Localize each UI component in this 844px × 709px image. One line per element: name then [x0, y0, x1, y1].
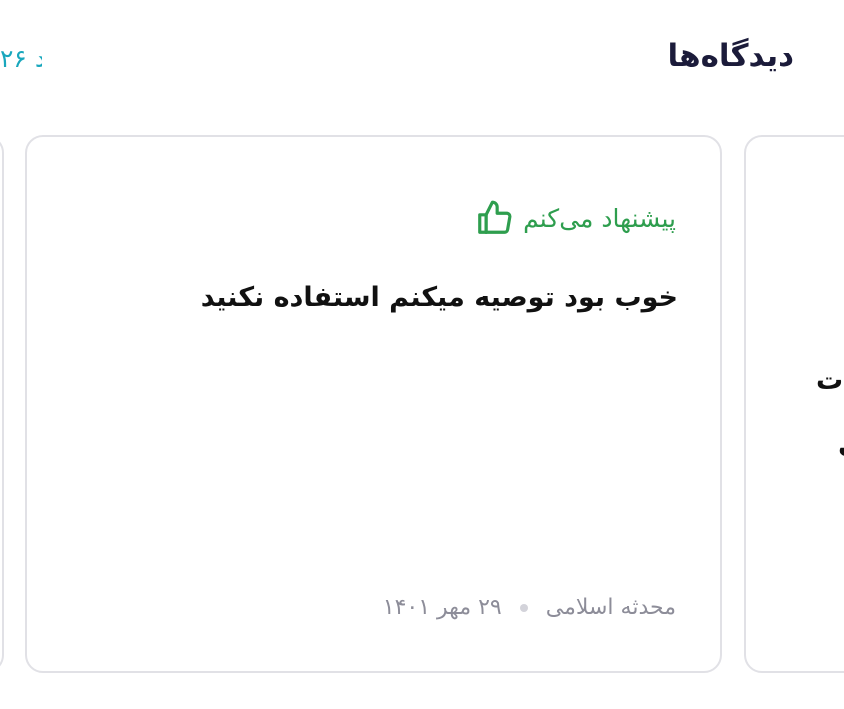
next-review-fragment: ت	[816, 365, 844, 396]
reviews-count-link[interactable]: ۲۶ د	[0, 44, 42, 73]
review-card-next[interactable]: ت ی	[744, 135, 844, 673]
thumbs-up-icon	[478, 200, 512, 234]
recommendation-label: پیشنهاد می‌کنم	[523, 203, 676, 233]
review-card-previous[interactable]	[0, 135, 4, 673]
review-meta: ۲۹ مهر ۱۴۰۱ محدثه اسلامی	[383, 595, 676, 620]
section-title: دیدگاه‌ها	[667, 38, 794, 74]
review-body: خوب بود توصیه میکنم استفاده نکنید	[200, 282, 678, 313]
reviews-section: دیدگاه‌ها ۲۶ د پیشنهاد می‌کنم خوب بود تو…	[0, 0, 844, 709]
review-author: محدثه اسلامی	[545, 595, 676, 620]
recommendation-badge: پیشنهاد می‌کنم	[475, 199, 676, 237]
review-date: ۲۹ مهر ۱۴۰۱	[382, 595, 502, 620]
next-review-fragment: ی	[838, 429, 844, 460]
review-card[interactable]: پیشنهاد می‌کنم خوب بود توصیه میکنم استفا…	[25, 135, 722, 673]
separator-dot	[519, 603, 528, 612]
